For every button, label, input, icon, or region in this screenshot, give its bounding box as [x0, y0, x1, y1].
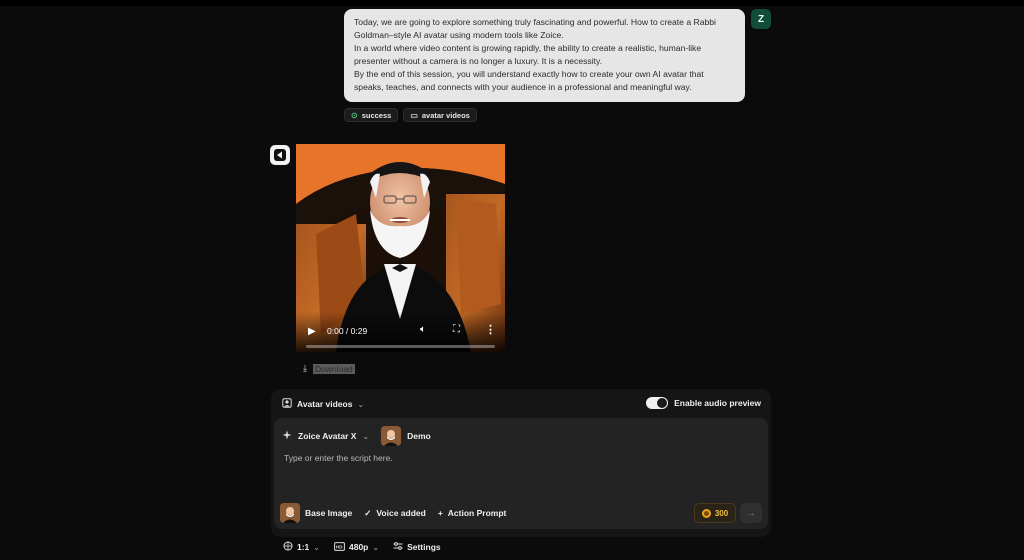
top-bar: [0, 0, 1024, 6]
mode-label: Avatar videos: [297, 399, 353, 409]
user-avatar[interactable]: Z: [751, 9, 771, 29]
chevron-down-icon: ⌄: [357, 399, 365, 409]
base-image-button[interactable]: Base Image: [280, 503, 352, 523]
message-paragraph-2: In a world where video content is growin…: [354, 43, 702, 66]
video-time: 0:00 / 0:29: [327, 326, 368, 336]
user-message-bubble: Today, we are going to explore something…: [344, 9, 745, 102]
settings-label: Settings: [407, 542, 441, 552]
base-image-label: Base Image: [305, 508, 353, 518]
avatar-thumbnail[interactable]: [381, 426, 402, 446]
download-label: Download: [312, 363, 355, 374]
tag-success[interactable]: ⊙ success: [344, 108, 399, 122]
checkmark-icon: ✓: [364, 507, 372, 518]
download-icon: ⤓: [303, 363, 307, 373]
aspect-ratio-selector[interactable]: 1:1 ⌄: [283, 541, 320, 553]
tag-avatar-videos[interactable]: ▭ avatar videos: [403, 108, 477, 122]
script-editor: Zoice Avatar X ⌄ Demo Type or enter the …: [274, 418, 768, 529]
toggle-switch[interactable]: [646, 397, 669, 409]
chevron-down-icon: ⌄: [313, 542, 320, 552]
video-controls: ▶ 0:00 / 0:29 🔈︎ ⛶ ⋮: [296, 312, 505, 352]
resolution-icon: HD: [334, 541, 345, 553]
composer-actions: Base Image ✓ Voice added + Action Prompt: [280, 503, 506, 523]
sparkle-icon: [282, 430, 292, 442]
message-tags: ⊙ success ▭ avatar videos: [344, 108, 477, 122]
resolution-label: 480p: [349, 542, 369, 552]
resolution-selector[interactable]: HD 480p ⌄: [334, 541, 380, 553]
coin-icon: [701, 508, 711, 518]
more-options-icon[interactable]: ⋮: [485, 323, 496, 336]
tag-avatar-videos-label: avatar videos: [421, 110, 470, 120]
video-icon: ▭: [410, 110, 418, 120]
plus-icon: +: [437, 508, 443, 518]
action-prompt-button[interactable]: + Action Prompt: [438, 508, 507, 518]
message-paragraph-1: Today, we are going to explore something…: [354, 17, 716, 40]
zoice-logo-icon: [270, 145, 290, 165]
download-button[interactable]: ⤓ Download: [303, 363, 355, 374]
portrait-icon: [282, 398, 292, 410]
audio-preview-label: Enable audio preview: [674, 398, 761, 408]
composer-panel: Avatar videos ⌄ Enable audio preview Zoi…: [271, 389, 771, 537]
chevron-down-icon[interactable]: ⌄: [362, 432, 369, 441]
volume-icon[interactable]: 🔈︎: [420, 324, 426, 335]
play-icon[interactable]: ▶: [308, 326, 316, 337]
model-selector[interactable]: Zoice Avatar X: [298, 431, 356, 441]
avatar-video-player[interactable]: ▶ 0:00 / 0:29 🔈︎ ⛶ ⋮: [296, 144, 505, 352]
message-paragraph-3: By the end of this session, you will und…: [354, 69, 704, 92]
credits-value: 300: [714, 508, 729, 518]
settings-button[interactable]: Settings: [393, 541, 441, 553]
credits-button[interactable]: 300: [694, 503, 736, 523]
avatar-name[interactable]: Demo: [407, 431, 431, 441]
chevron-down-icon: ⌄: [372, 542, 380, 552]
check-circle-icon: ⊙: [351, 110, 358, 120]
fullscreen-icon[interactable]: ⛶: [453, 324, 460, 335]
voice-button[interactable]: ✓ Voice added: [364, 508, 426, 519]
script-input[interactable]: Type or enter the script here.: [284, 453, 393, 463]
svg-text:HD: HD: [336, 544, 343, 549]
sliders-icon: [393, 541, 403, 553]
voice-label: Voice added: [376, 508, 426, 518]
action-prompt-label: Action Prompt: [447, 508, 507, 518]
aspect-ratio-label: 1:1: [297, 542, 310, 552]
tag-success-label: success: [361, 110, 392, 120]
aspect-ratio-icon: [283, 541, 293, 553]
send-button[interactable]: →: [740, 503, 762, 523]
mode-selector[interactable]: Avatar videos ⌄: [282, 398, 364, 410]
arrow-right-icon: →: [746, 507, 756, 519]
base-image-thumbnail: [280, 503, 300, 523]
audio-preview-toggle[interactable]: Enable audio preview: [646, 397, 761, 409]
generation-settings: 1:1 ⌄ HD 480p ⌄ Settings: [283, 541, 441, 553]
video-progress-bar[interactable]: [306, 345, 495, 348]
model-row: Zoice Avatar X ⌄ Demo: [282, 426, 431, 446]
